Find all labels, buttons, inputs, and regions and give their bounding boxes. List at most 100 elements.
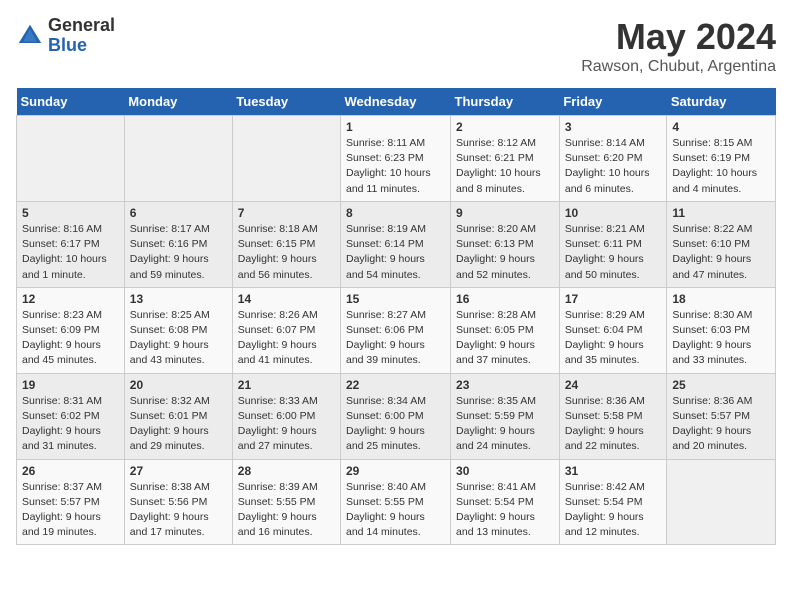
calendar-cell: 27 Sunrise: 8:38 AM Sunset: 5:56 PM Dayli… — [124, 459, 232, 545]
day-info: Sunrise: 8:37 AM Sunset: 5:57 PM Dayligh… — [22, 480, 119, 541]
day-info: Sunrise: 8:27 AM Sunset: 6:06 PM Dayligh… — [346, 308, 445, 369]
day-number: 28 — [238, 464, 335, 478]
day-info: Sunrise: 8:31 AM Sunset: 6:02 PM Dayligh… — [22, 394, 119, 455]
day-number: 7 — [238, 206, 335, 220]
day-of-week-header-row: SundayMondayTuesdayWednesdayThursdayFrid… — [17, 88, 776, 116]
calendar-cell — [17, 116, 125, 202]
title-block: May 2024 Rawson, Chubut, Argentina — [581, 16, 776, 76]
day-info: Sunrise: 8:17 AM Sunset: 6:16 PM Dayligh… — [130, 222, 227, 283]
day-info: Sunrise: 8:33 AM Sunset: 6:00 PM Dayligh… — [238, 394, 335, 455]
day-info: Sunrise: 8:14 AM Sunset: 6:20 PM Dayligh… — [565, 136, 662, 197]
day-info: Sunrise: 8:22 AM Sunset: 6:10 PM Dayligh… — [672, 222, 770, 283]
day-number: 27 — [130, 464, 227, 478]
day-info: Sunrise: 8:28 AM Sunset: 6:05 PM Dayligh… — [456, 308, 554, 369]
day-number: 9 — [456, 206, 554, 220]
calendar-cell: 15 Sunrise: 8:27 AM Sunset: 6:06 PM Dayli… — [341, 287, 451, 373]
dow-header-friday: Friday — [559, 88, 667, 116]
day-number: 21 — [238, 378, 335, 392]
day-number: 6 — [130, 206, 227, 220]
day-info: Sunrise: 8:18 AM Sunset: 6:15 PM Dayligh… — [238, 222, 335, 283]
calendar-cell: 3 Sunrise: 8:14 AM Sunset: 6:20 PM Daylig… — [559, 116, 667, 202]
logo-icon — [16, 22, 44, 50]
main-title: May 2024 — [581, 16, 776, 58]
day-info: Sunrise: 8:40 AM Sunset: 5:55 PM Dayligh… — [346, 480, 445, 541]
day-number: 24 — [565, 378, 662, 392]
calendar-cell: 24 Sunrise: 8:36 AM Sunset: 5:58 PM Dayli… — [559, 373, 667, 459]
day-number: 11 — [672, 206, 770, 220]
day-number: 26 — [22, 464, 119, 478]
day-number: 29 — [346, 464, 445, 478]
day-number: 1 — [346, 120, 445, 134]
day-info: Sunrise: 8:38 AM Sunset: 5:56 PM Dayligh… — [130, 480, 227, 541]
calendar-cell: 6 Sunrise: 8:17 AM Sunset: 6:16 PM Daylig… — [124, 201, 232, 287]
calendar-cell: 17 Sunrise: 8:29 AM Sunset: 6:04 PM Dayli… — [559, 287, 667, 373]
day-info: Sunrise: 8:41 AM Sunset: 5:54 PM Dayligh… — [456, 480, 554, 541]
dow-header-tuesday: Tuesday — [232, 88, 340, 116]
calendar-cell: 5 Sunrise: 8:16 AM Sunset: 6:17 PM Daylig… — [17, 201, 125, 287]
calendar-cell: 16 Sunrise: 8:28 AM Sunset: 6:05 PM Dayli… — [451, 287, 560, 373]
dow-header-saturday: Saturday — [667, 88, 776, 116]
day-number: 18 — [672, 292, 770, 306]
day-info: Sunrise: 8:42 AM Sunset: 5:54 PM Dayligh… — [565, 480, 662, 541]
day-info: Sunrise: 8:36 AM Sunset: 5:58 PM Dayligh… — [565, 394, 662, 455]
day-info: Sunrise: 8:25 AM Sunset: 6:08 PM Dayligh… — [130, 308, 227, 369]
logo-text: General Blue — [48, 16, 115, 56]
calendar-cell: 7 Sunrise: 8:18 AM Sunset: 6:15 PM Daylig… — [232, 201, 340, 287]
day-number: 17 — [565, 292, 662, 306]
dow-header-monday: Monday — [124, 88, 232, 116]
day-number: 3 — [565, 120, 662, 134]
day-number: 8 — [346, 206, 445, 220]
calendar-cell: 8 Sunrise: 8:19 AM Sunset: 6:14 PM Daylig… — [341, 201, 451, 287]
day-number: 15 — [346, 292, 445, 306]
day-number: 31 — [565, 464, 662, 478]
day-info: Sunrise: 8:12 AM Sunset: 6:21 PM Dayligh… — [456, 136, 554, 197]
dow-header-thursday: Thursday — [451, 88, 560, 116]
calendar-cell: 29 Sunrise: 8:40 AM Sunset: 5:55 PM Dayli… — [341, 459, 451, 545]
day-info: Sunrise: 8:23 AM Sunset: 6:09 PM Dayligh… — [22, 308, 119, 369]
day-info: Sunrise: 8:20 AM Sunset: 6:13 PM Dayligh… — [456, 222, 554, 283]
calendar-cell: 18 Sunrise: 8:30 AM Sunset: 6:03 PM Dayli… — [667, 287, 776, 373]
day-number: 12 — [22, 292, 119, 306]
day-number: 16 — [456, 292, 554, 306]
logo-general-text: General — [48, 16, 115, 36]
day-number: 20 — [130, 378, 227, 392]
calendar-cell — [232, 116, 340, 202]
day-info: Sunrise: 8:39 AM Sunset: 5:55 PM Dayligh… — [238, 480, 335, 541]
calendar-cell: 31 Sunrise: 8:42 AM Sunset: 5:54 PM Dayli… — [559, 459, 667, 545]
day-number: 30 — [456, 464, 554, 478]
day-info: Sunrise: 8:35 AM Sunset: 5:59 PM Dayligh… — [456, 394, 554, 455]
day-info: Sunrise: 8:15 AM Sunset: 6:19 PM Dayligh… — [672, 136, 770, 197]
day-number: 2 — [456, 120, 554, 134]
day-number: 13 — [130, 292, 227, 306]
calendar-cell: 12 Sunrise: 8:23 AM Sunset: 6:09 PM Dayli… — [17, 287, 125, 373]
calendar-cell — [124, 116, 232, 202]
calendar-cell: 22 Sunrise: 8:34 AM Sunset: 6:00 PM Dayli… — [341, 373, 451, 459]
page-header: General Blue May 2024 Rawson, Chubut, Ar… — [16, 16, 776, 76]
calendar-cell: 19Sunrise: 8:31 AM Sunset: 6:02 PM Dayli… — [17, 373, 125, 459]
day-info: Sunrise: 8:30 AM Sunset: 6:03 PM Dayligh… — [672, 308, 770, 369]
day-number: 5 — [22, 206, 119, 220]
calendar-cell: 14Sunrise: 8:26 AM Sunset: 6:07 PM Dayli… — [232, 287, 340, 373]
calendar-cell: 23Sunrise: 8:35 AM Sunset: 5:59 PM Dayli… — [451, 373, 560, 459]
calendar-cell: 25Sunrise: 8:36 AM Sunset: 5:57 PM Dayli… — [667, 373, 776, 459]
calendar-cell: 11 Sunrise: 8:22 AM Sunset: 6:10 PM Dayli… — [667, 201, 776, 287]
day-info: Sunrise: 8:29 AM Sunset: 6:04 PM Dayligh… — [565, 308, 662, 369]
day-info: Sunrise: 8:16 AM Sunset: 6:17 PM Dayligh… — [22, 222, 119, 283]
calendar-cell: 1Sunrise: 8:11 AM Sunset: 6:23 PM Daylig… — [341, 116, 451, 202]
day-info: Sunrise: 8:32 AM Sunset: 6:01 PM Dayligh… — [130, 394, 227, 455]
week-row-1: 1Sunrise: 8:11 AM Sunset: 6:23 PM Daylig… — [17, 116, 776, 202]
calendar-table: SundayMondayTuesdayWednesdayThursdayFrid… — [16, 88, 776, 545]
calendar-body: 1Sunrise: 8:11 AM Sunset: 6:23 PM Daylig… — [17, 116, 776, 545]
calendar-cell: 20 Sunrise: 8:32 AM Sunset: 6:01 PM Dayli… — [124, 373, 232, 459]
dow-header-sunday: Sunday — [17, 88, 125, 116]
calendar-cell: 4 Sunrise: 8:15 AM Sunset: 6:19 PM Daylig… — [667, 116, 776, 202]
day-info: Sunrise: 8:26 AM Sunset: 6:07 PM Dayligh… — [238, 308, 335, 369]
day-number: 4 — [672, 120, 770, 134]
day-number: 22 — [346, 378, 445, 392]
subtitle: Rawson, Chubut, Argentina — [581, 58, 776, 76]
day-info: Sunrise: 8:34 AM Sunset: 6:00 PM Dayligh… — [346, 394, 445, 455]
calendar-cell: 13 Sunrise: 8:25 AM Sunset: 6:08 PM Dayli… — [124, 287, 232, 373]
day-info: Sunrise: 8:19 AM Sunset: 6:14 PM Dayligh… — [346, 222, 445, 283]
day-info: Sunrise: 8:36 AM Sunset: 5:57 PM Dayligh… — [672, 394, 770, 455]
dow-header-wednesday: Wednesday — [341, 88, 451, 116]
